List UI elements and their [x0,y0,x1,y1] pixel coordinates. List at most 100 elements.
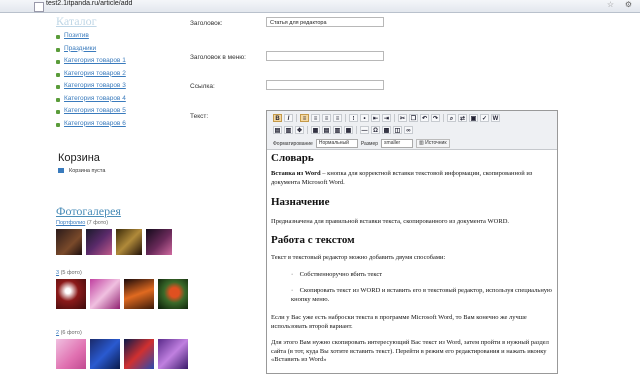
gallery-count: (6 фото) [60,330,82,336]
paste-word-icon[interactable]: W [491,114,500,122]
category-link[interactable]: Категория товаров 1 [56,57,126,70]
gallery-thumbnail[interactable] [56,279,86,309]
gallery-thumbs [56,279,188,309]
find-icon[interactable]: ⌕ [447,114,456,122]
copy-icon[interactable]: ❐ [409,114,418,122]
format-label: Форматирование [273,140,313,147]
paste-icon[interactable]: ▤ [273,126,282,134]
menu-title-label: Заголовок в меню: [190,54,246,61]
table-icon[interactable]: ▦ [311,126,320,134]
table-row-icon[interactable]: ▤ [322,126,331,134]
url-field[interactable]: test2.1itpanda.ru/article/add [46,0,132,7]
size-select[interactable]: smaller [381,139,414,148]
title-input[interactable]: Статья для редактора [266,17,384,27]
link-input[interactable] [266,80,384,90]
category-link[interactable]: Категория товаров 3 [56,82,126,95]
align-right-icon[interactable]: ≡ [322,114,331,122]
heading-purpose: Назначение [271,196,330,208]
align-center-icon[interactable]: ≡ [311,114,320,122]
table-cell-icon[interactable]: ▦ [344,126,353,134]
category-link[interactable]: Категория товаров 5 [56,107,126,120]
source-button[interactable]: ▥ Источник [416,139,450,148]
gallery-thumbnail[interactable] [90,339,120,369]
list-item: · Собственноручно вбить текст [271,271,553,280]
gallery-link[interactable]: Портфолио [56,220,85,226]
gallery-thumbnail[interactable] [86,229,112,255]
redo-icon[interactable]: ↷ [431,114,440,122]
gallery-thumbnail[interactable] [56,339,86,369]
gallery-thumbnail[interactable] [56,229,82,255]
gallery-thumbnail[interactable] [146,229,172,255]
gallery-thumbs [56,339,188,369]
gallery-thumbnail[interactable] [116,229,142,255]
article-form: Заголовок: Статья для редактора Заголово… [180,12,640,374]
paragraph: Текст в текстовый редактор можно добавит… [271,254,446,261]
bullet-icon: · [291,271,300,278]
bullet-list-icon[interactable]: • [360,114,369,122]
size-label: Размер [360,140,379,147]
link-icon[interactable]: ∞ [404,126,413,134]
justify-icon[interactable]: ≡ [333,114,342,122]
gallery-link[interactable]: 3 [56,270,59,276]
table-col-icon[interactable]: ▥ [333,126,342,134]
gallery-thumbnail[interactable] [90,279,120,309]
bold-term: Вставка из Word [271,170,321,177]
format-select[interactable]: Нормальный [315,139,358,148]
category-link[interactable]: Позитив [56,32,126,45]
image-icon[interactable]: ▩ [382,126,391,134]
text-label: Текст: [190,113,209,120]
cut-icon[interactable]: ✂ [398,114,407,122]
gallery-link[interactable]: 2 [56,330,59,336]
category-link[interactable]: Праздники [56,45,126,58]
paste-text-icon[interactable]: ▥ [284,126,293,134]
spell-icon[interactable]: ✓ [480,114,489,122]
gallery-caption: Портфолио (7 фото) [56,220,108,226]
gallery-count: (7 фото) [86,220,109,226]
move-icon[interactable]: ✥ [295,126,304,134]
gallery-caption: 2 (6 фото) [56,330,82,336]
hr-icon[interactable]: ― [360,126,369,134]
title-label: Заголовок: [190,20,223,27]
flash-icon[interactable]: ◫ [393,126,402,134]
gallery-count: (5 фото) [60,270,82,276]
list-item-text: Скопировать текст из WORD и вставить его… [291,287,552,303]
gallery-thumbs [56,229,172,255]
list-item: · Скопировать текст из WORD и вставить е… [271,287,553,304]
category-link[interactable]: Категория товаров 2 [56,70,126,83]
indent-icon[interactable]: ⇥ [382,114,391,122]
cart-title: Корзина [58,152,100,164]
editor-toolbar: B I ≡ ≡ ≡ ≡ ⁝ • ⇤ ⇥ ✂ ❐ ↶ ↷ ⌕ ⇄ ▣ ✓ W ▤ … [267,111,557,150]
favicon-icon [34,2,44,12]
gallery-title[interactable]: Фотогалерея [56,204,121,219]
replace-icon[interactable]: ⇄ [458,114,467,122]
paragraph: Вставка из Word – кнопка для корректной … [271,170,553,187]
toolbar-row-format: Форматирование Нормальный Размер smaller… [273,139,450,148]
star-icon[interactable]: ☆ [607,0,614,9]
outdent-icon[interactable]: ⇤ [371,114,380,122]
category-link[interactable]: Категория товаров 4 [56,95,126,108]
ordered-list-icon[interactable]: ⁝ [349,114,358,122]
gallery-thumbnail[interactable] [124,339,154,369]
link-label: Ссылка: [190,83,215,90]
paragraph: Предназначена для правильной вставки тек… [271,218,510,225]
italic-icon[interactable]: I [284,114,293,122]
menu-title-input[interactable] [266,51,384,61]
align-left-icon[interactable]: ≡ [300,114,309,122]
category-link[interactable]: Категория товаров 6 [56,120,126,133]
select-all-icon[interactable]: ▣ [469,114,478,122]
special-char-icon[interactable]: Ω [371,126,380,134]
cart-icon [58,168,64,174]
heading-dictionary: Словарь [271,152,314,164]
wysiwyg-editor[interactable]: B I ≡ ≡ ≡ ≡ ⁝ • ⇤ ⇥ ✂ ❐ ↶ ↷ ⌕ ⇄ ▣ ✓ W ▤ … [266,110,558,374]
wrench-icon[interactable]: ⚙ [625,0,632,9]
source-label: Источник [425,140,447,146]
sidebar: Каталог Позитив Праздники Категория това… [0,12,188,369]
gallery-thumbnail[interactable] [124,279,154,309]
heading-text-work: Работа с текстом [271,234,355,246]
cart-status: Корзина пуста [58,168,105,174]
undo-icon[interactable]: ↶ [420,114,429,122]
bullet-icon: · [291,287,300,294]
cart-empty-text: Корзина пуста [69,168,106,174]
list-item-text: Собственноручно вбить текст [299,271,383,278]
bold-icon[interactable]: B [273,114,282,122]
